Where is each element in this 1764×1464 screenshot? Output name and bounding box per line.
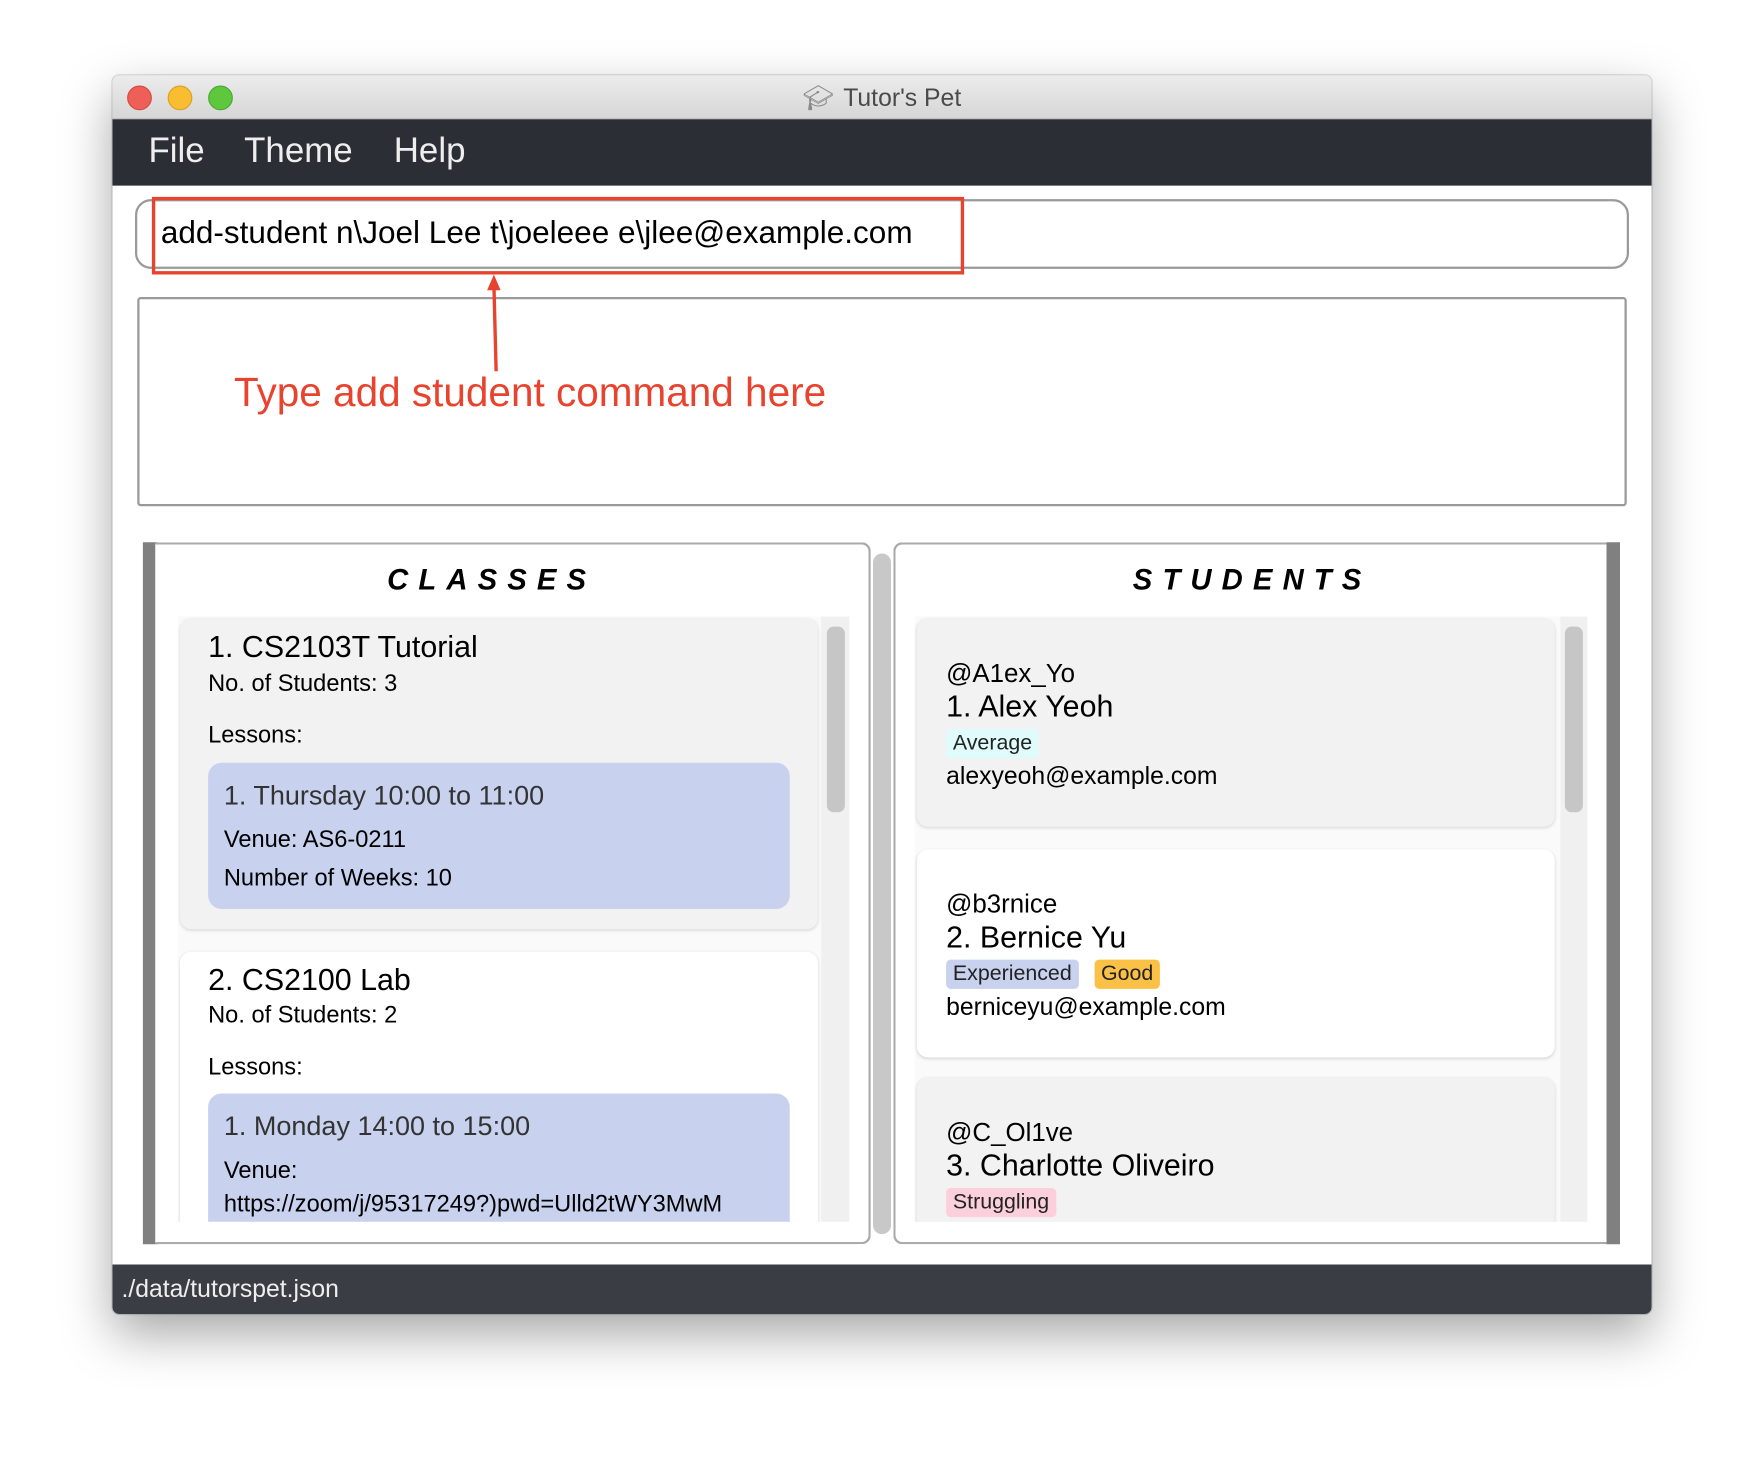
class-student-count: No. of Students: 2 xyxy=(208,1002,398,1029)
classes-header: CLASSES xyxy=(387,562,597,597)
class-card[interactable]: 1. CS2103T Tutorial No. of Students: 3 L… xyxy=(180,618,818,930)
student-email: alexyeoh@example.com xyxy=(946,761,1218,790)
split-divider[interactable] xyxy=(873,553,891,1235)
students-list: @A1ex_Yo 1. Alex Yeoh Average alexyeoh@e… xyxy=(914,616,1588,1222)
lesson-card[interactable]: 1. Thursday 10:00 to 11:00 Venue: AS6-02… xyxy=(208,762,790,909)
annotation-highlight-box xyxy=(151,196,965,275)
tag-good: Good xyxy=(1094,959,1160,989)
lesson-venue: Venue: AS6-0211 xyxy=(223,826,407,853)
student-handle: @A1ex_Yo xyxy=(946,658,1076,688)
student-tags: Struggling xyxy=(946,1188,1056,1218)
students-scrollbar[interactable] xyxy=(1560,616,1588,1222)
lesson-card[interactable]: 1. Monday 14:00 to 15:00 Venue: https://… xyxy=(208,1093,790,1222)
student-card[interactable]: @C_Ol1ve 3. Charlotte Oliveiro Strugglin… xyxy=(916,1077,1555,1222)
student-name: 3. Charlotte Oliveiro xyxy=(946,1148,1215,1183)
lesson-venue: Venue: xyxy=(223,1157,298,1184)
lesson-time: 1. Monday 14:00 to 15:00 xyxy=(223,1111,531,1142)
tag-average: Average xyxy=(946,729,1039,759)
students-header: STUDENTS xyxy=(1132,562,1372,597)
window-title: 🎓︎ Tutor's Pet xyxy=(113,83,1652,112)
student-handle: @C_Ol1ve xyxy=(946,1117,1074,1147)
annotation-text: Type add student command here xyxy=(234,369,827,416)
students-panel-edge xyxy=(1606,542,1620,1245)
student-name: 1. Alex Yeoh xyxy=(946,689,1114,724)
students-panel: STUDENTS @A1ex_Yo 1. Alex Yeoh Average a… xyxy=(893,542,1609,1245)
tag-struggling: Struggling xyxy=(946,1188,1056,1218)
annotation-arrow-icon xyxy=(487,274,501,372)
classes-scrollbar-thumb[interactable] xyxy=(826,626,845,813)
lesson-time: 1. Thursday 10:00 to 11:00 xyxy=(223,780,545,812)
student-handle: @b3rnice xyxy=(946,888,1058,918)
data-file-path: ./data/tutorspet.json xyxy=(121,1274,339,1303)
classes-scrollbar[interactable] xyxy=(821,616,850,1222)
class-title: 1. CS2103T Tutorial xyxy=(208,630,478,664)
lesson-weeks: Number of Weeks: 10 xyxy=(223,865,452,891)
class-title: 2. CS2100 Lab xyxy=(208,963,411,997)
lesson-venue-url: https://zoom/j/95317249?)pwd=Ulld2tWY3Mw… xyxy=(223,1191,723,1218)
window-title-text: Tutor's Pet xyxy=(843,83,962,112)
students-scrollbar-thumb[interactable] xyxy=(1564,626,1583,813)
menu-theme[interactable]: Theme xyxy=(244,131,353,172)
lessons-label: Lessons: xyxy=(208,722,303,749)
student-card[interactable]: @A1ex_Yo 1. Alex Yeoh Average alexyeoh@e… xyxy=(916,618,1555,827)
student-tags: Experienced Good xyxy=(946,959,1160,989)
classes-panel: CLASSES 1. CS2103T Tutorial No. of Stude… xyxy=(155,542,871,1245)
student-card[interactable]: @b3rnice 2. Bernice Yu Experienced Good … xyxy=(916,849,1555,1058)
mortarboard-icon: 🎓︎ xyxy=(802,83,835,112)
menu-file[interactable]: File xyxy=(149,131,205,172)
menu-bar: File Theme Help xyxy=(112,119,1652,186)
student-email: berniceyu@example.com xyxy=(946,992,1226,1021)
class-card[interactable]: 2. CS2100 Lab No. of Students: 2 Lessons… xyxy=(180,951,818,1222)
lessons-label: Lessons: xyxy=(208,1054,303,1080)
title-bar: 🎓︎ Tutor's Pet xyxy=(112,75,1652,120)
menu-help[interactable]: Help xyxy=(394,131,466,172)
status-bar: ./data/tutorspet.json xyxy=(112,1264,1652,1314)
student-tags: Average xyxy=(946,729,1039,759)
student-name: 2. Bernice Yu xyxy=(946,920,1127,954)
classes-list: 1. CS2103T Tutorial No. of Students: 3 L… xyxy=(177,616,850,1222)
app-window: 🎓︎ Tutor's Pet File Theme Help add-studen… xyxy=(112,75,1652,1314)
tag-experienced: Experienced xyxy=(946,959,1079,989)
class-student-count: No. of Students: 3 xyxy=(208,670,398,697)
